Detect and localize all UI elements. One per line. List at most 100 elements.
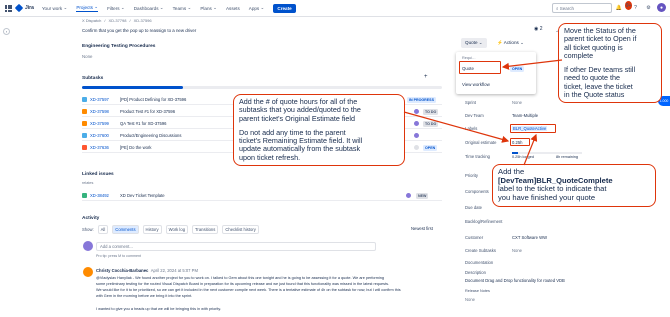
linked-issue-key[interactable]: XD-38492 xyxy=(90,193,116,198)
assignee-avatar[interactable] xyxy=(413,144,420,151)
sort-toggle[interactable]: Newest first xyxy=(411,226,433,231)
field-value-create-subtasks[interactable]: None xyxy=(512,248,522,253)
linked-issues-heading: Linked issues xyxy=(82,172,114,177)
status-badge[interactable]: TO DO xyxy=(423,109,439,115)
time-tracking-bar[interactable] xyxy=(512,152,582,154)
highlight-label xyxy=(510,124,556,133)
nav-dashboards[interactable]: Dashboards ⌄ xyxy=(134,5,164,11)
nav-plans[interactable]: Plans ⌄ xyxy=(200,5,217,11)
search-input[interactable]: ⌕ Search xyxy=(552,3,612,13)
comment-date: April 22, 2024 at 5:07 PM xyxy=(150,268,198,273)
comment-input[interactable]: Add a comment... xyxy=(96,242,376,251)
tab-transitions[interactable]: Transitions xyxy=(192,225,219,234)
bell-icon[interactable]: 🔔 9+ xyxy=(616,1,633,12)
story-icon xyxy=(82,192,87,198)
comment-line: We would like for it to be prioritized, … xyxy=(96,288,401,292)
status-badge[interactable]: OPEN xyxy=(423,145,438,151)
assignee-avatar[interactable] xyxy=(413,132,420,139)
subtask-icon xyxy=(82,96,87,102)
tab-checklist-history[interactable]: Checklist history xyxy=(222,225,259,234)
engineering-heading: Engineering Testing Procedures xyxy=(82,44,156,49)
status-badge[interactable]: IN PROGRESS xyxy=(407,97,436,103)
actions-button[interactable]: ⚡ Actions ⌄ xyxy=(493,38,528,48)
field-label-labels: Labels xyxy=(465,126,478,131)
open-status-tag[interactable]: OPEN xyxy=(510,66,525,72)
watch-icon[interactable]: ◉ 2 xyxy=(534,26,543,32)
subtask-icon xyxy=(82,132,87,138)
subtask-key[interactable]: XD-37597 xyxy=(90,97,116,102)
subtask-icon xyxy=(82,120,87,126)
assignee-avatar[interactable] xyxy=(405,192,412,199)
subtask-summary[interactable]: [PE] Do the work xyxy=(120,145,151,150)
callout-estimate-instructions: Add the # of quote hours for all of the … xyxy=(233,94,405,166)
subtask-key[interactable]: XD-37598 xyxy=(90,109,116,114)
field-label-sprint: Sprint xyxy=(465,100,476,105)
subtask-icon xyxy=(82,108,87,114)
field-value-release-notes[interactable]: None xyxy=(465,297,475,302)
breadcrumb-parent[interactable]: XD-37798 xyxy=(108,18,126,23)
engineering-value[interactable]: None xyxy=(82,54,93,59)
status-quote-button[interactable]: Quote ⌄ xyxy=(461,38,487,48)
assignee-avatar[interactable] xyxy=(413,120,420,127)
field-label-create-subtasks: Create Subtasks xyxy=(465,248,496,253)
comment-author[interactable]: Christy Cocchia-Barbanec xyxy=(96,268,148,273)
help-icon[interactable]: ? xyxy=(631,3,640,12)
field-label-time-tracking: Time tracking xyxy=(465,154,490,159)
field-label-release-notes: Release Notes xyxy=(465,289,490,293)
dropdown-hint: Requi… xyxy=(462,56,476,60)
tab-history[interactable]: History xyxy=(142,225,162,234)
comment-line: some preliminary testing for the routed … xyxy=(96,282,390,286)
nav-teams[interactable]: Teams ⌄ xyxy=(173,5,192,11)
nav-assets[interactable]: Assets xyxy=(226,6,240,11)
subtask-summary[interactable]: Product/Engineering Discussions xyxy=(120,133,181,138)
time-logged: 0.25h logged xyxy=(512,155,534,159)
tab-work-log[interactable]: Work log xyxy=(165,225,189,234)
comment-line: with Gem in the morning before we bring … xyxy=(96,294,193,298)
field-value-dev-team[interactable]: Team-Multiple xyxy=(512,113,538,118)
nav-your-work[interactable]: Your work ⌄ xyxy=(42,5,67,11)
nav-filters[interactable]: Filters ⌄ xyxy=(107,5,125,11)
assignee-avatar[interactable] xyxy=(413,108,420,115)
comment-line: @Vladyslav Hanyliak - We found another p… xyxy=(96,276,385,280)
subtask-key[interactable]: XD-37636 xyxy=(90,145,116,150)
comment-line: I wanted to give you a heads up that we … xyxy=(96,307,222,311)
jira-logo[interactable]: Jira xyxy=(14,3,34,13)
time-remaining: 8h remaining xyxy=(556,155,578,159)
field-label-due-date: Due date xyxy=(465,205,482,210)
field-label-original-estimate: Original estimate xyxy=(465,140,497,145)
tab-all[interactable]: All xyxy=(97,225,109,234)
add-subtask-icon[interactable]: + xyxy=(424,74,428,80)
breadcrumb-issue[interactable]: XD-37596 xyxy=(134,18,152,23)
gear-icon[interactable]: ⚙ xyxy=(644,3,653,12)
highlight-original-estimate xyxy=(510,138,530,146)
nav-projects[interactable]: Projects ⌄ xyxy=(76,4,99,12)
view-workflow-link[interactable]: View workflow xyxy=(462,82,490,87)
activity-heading: Activity xyxy=(82,216,100,221)
subtask-summary[interactable]: Product Test #1 for XD-37596 xyxy=(120,109,175,114)
subtask-summary[interactable]: QA Test #1 for XD-37596 xyxy=(120,121,166,126)
field-value-description[interactable]: Document Drag and Drop functionality for… xyxy=(465,278,565,283)
current-user-avatar xyxy=(83,241,93,251)
subtask-summary[interactable]: [PD] Product Defining for XD-37596 xyxy=(120,97,186,102)
user-avatar[interactable]: ● xyxy=(657,3,666,12)
subtask-key[interactable]: XD-37599 xyxy=(90,121,116,126)
subtask-key[interactable]: XD-37600 xyxy=(90,133,116,138)
field-label-documentation: Documentation xyxy=(465,260,494,265)
field-value-sprint[interactable]: None xyxy=(512,100,522,105)
nav-apps[interactable]: Apps ⌄ xyxy=(249,5,265,11)
description-text: Confirm that you get the pop up to reass… xyxy=(82,28,197,33)
sidebar-expand-button[interactable]: › xyxy=(3,28,10,35)
callout-label-instructions: Add the [DevTeam]BLR_QuoteComplete label… xyxy=(492,164,656,207)
linked-issue-summary[interactable]: XD Dev Ticket Template xyxy=(120,193,165,198)
field-label-dev-team: Dev Team xyxy=(465,113,484,118)
create-button[interactable]: Create xyxy=(273,3,296,13)
status-badge[interactable]: TO DO xyxy=(423,121,439,127)
app-switcher-icon[interactable] xyxy=(5,4,12,12)
field-label-description: Description xyxy=(465,270,486,275)
status-badge[interactable]: NEW xyxy=(416,193,429,199)
pro-tip: Pro tip: press M to comment xyxy=(96,254,141,258)
breadcrumb-project[interactable]: X Dispatch xyxy=(82,18,101,23)
field-value-customer[interactable]: CXT Software WW xyxy=(512,235,547,240)
linked-issue-row[interactable]: XD-38492 XD Dev Ticket Template xyxy=(82,190,442,201)
tab-comments[interactable]: Comments xyxy=(112,225,139,234)
